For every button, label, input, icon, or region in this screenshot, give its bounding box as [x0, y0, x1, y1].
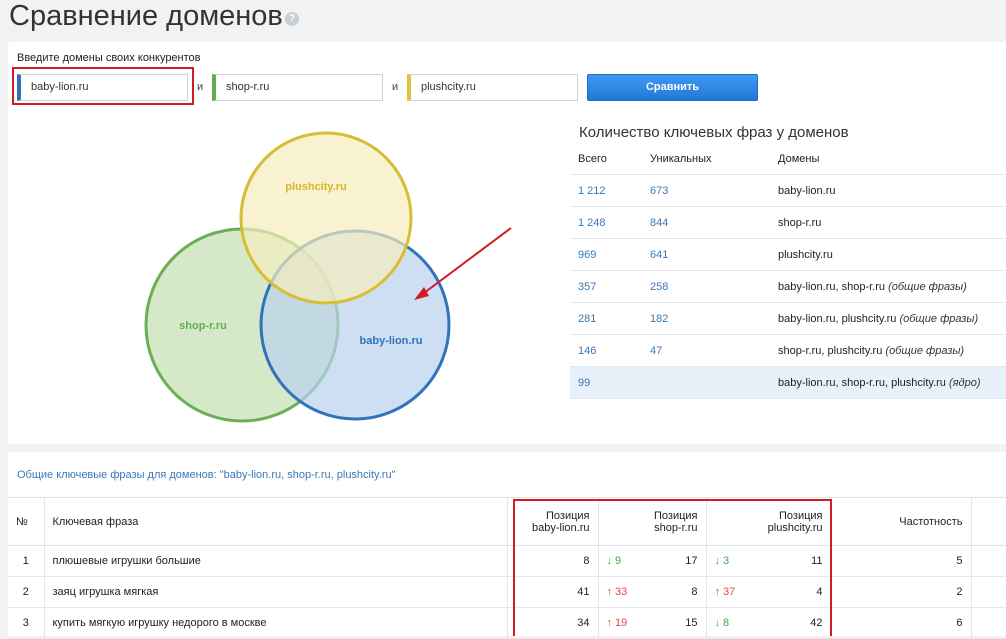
- stats-row: 281 182 baby-lion.ru, plushcity.ru (общи…: [570, 302, 1006, 335]
- venn-diagram: plushcity.ru shop-r.ru baby-lion.ru: [144, 131, 512, 423]
- stats-row: 1 212 673 baby-lion.ru: [570, 174, 1006, 207]
- stats-domains-text: shop-r.ru: [778, 216, 822, 229]
- row-frequency: 5: [831, 545, 972, 577]
- venn-label-shop-r: shop-r.ru: [179, 320, 227, 332]
- stats-domains: shop-r.ru, plushcity.ru (общие фразы): [770, 334, 1006, 367]
- stats-title: Количество ключевых фраз у доменов: [579, 124, 849, 141]
- col-frequency[interactable]: Частотность: [831, 497, 972, 546]
- venn-label-baby-lion: baby-lion.ru: [360, 335, 423, 347]
- table-row: 2 заяц игрушка мягкая 41 ↑ 33 8 ↑ 37 4 2: [8, 576, 1006, 608]
- stats-unique[interactable]: 641: [642, 238, 770, 271]
- stats-row: 969 641 plushcity.ru: [570, 238, 1006, 271]
- stats-note: (общие фразы): [899, 312, 979, 325]
- stats-domains-text: baby-lion.ru: [778, 184, 836, 197]
- stats-header-domains: Домены: [770, 144, 1006, 175]
- stats-domains-text: baby-lion.ru, shop-r.ru, plushcity.ru: [778, 376, 946, 389]
- col-phrase[interactable]: Ключевая фраза: [44, 497, 508, 546]
- stats-domains: shop-r.ru: [770, 206, 1006, 239]
- stats-domains: baby-lion.ru, plushcity.ru (общие фразы): [770, 302, 1006, 335]
- stats-header-row: Всего Уникальных Домены: [570, 144, 1006, 175]
- stats-row: 146 47 shop-r.ru, plushcity.ru (общие фр…: [570, 334, 1006, 367]
- table-row: 3 купить мягкую игрушку недорого в москв…: [8, 607, 1006, 639]
- stats-domains-text: shop-r.ru, plushcity.ru: [778, 344, 883, 357]
- stats-note: (общие фразы): [888, 280, 967, 293]
- table-row: 1 плюшевые игрушки большие 8 ↓ 9 17 ↓ 3 11…: [8, 545, 1006, 577]
- row-frequency: 2: [831, 576, 972, 608]
- stats-unique[interactable]: 47: [642, 334, 770, 367]
- stats-table: Всего Уникальных Домены 1 212 673 baby-l…: [570, 144, 1006, 399]
- stats-note: (ядро): [949, 376, 981, 389]
- stats-total[interactable]: 146: [570, 334, 642, 367]
- annotation-arrow: [419, 227, 512, 297]
- stats-row: 357 258 baby-lion.ru, shop-r.ru (общие ф…: [570, 270, 1006, 303]
- stats-total[interactable]: 1 212: [570, 174, 642, 207]
- stats-unique: [642, 366, 770, 399]
- stats-domains: baby-lion.ru, shop-r.ru, plushcity.ru (я…: [770, 366, 1006, 399]
- col-extra: [971, 497, 1006, 546]
- stats-unique[interactable]: 673: [642, 174, 770, 207]
- row-frequency: 6: [831, 607, 972, 639]
- row-number: 1: [8, 545, 45, 577]
- row-phrase: заяц игрушка мягкая: [44, 576, 508, 608]
- col-number: №: [8, 497, 45, 546]
- stats-unique[interactable]: 258: [642, 270, 770, 303]
- stats-total[interactable]: 357: [570, 270, 642, 303]
- stats-row-core: 99 baby-lion.ru, shop-r.ru, plushcity.ru…: [570, 366, 1006, 399]
- stats-total[interactable]: 1 248: [570, 206, 642, 239]
- venn-circle-plushcity: [239, 131, 413, 305]
- stats-domains: plushcity.ru: [770, 238, 1006, 271]
- row-number: 2: [8, 576, 45, 608]
- keywords-table: № Ключевая фраза Позиция baby-lion.ru Поз…: [8, 497, 1006, 639]
- venn-label-plushcity: plushcity.ru: [285, 181, 347, 193]
- keywords-header-row: № Ключевая фраза Позиция baby-lion.ru Поз…: [8, 497, 1006, 546]
- row-number: 3: [8, 607, 45, 639]
- row-extra: [971, 607, 1006, 639]
- stats-total[interactable]: 969: [570, 238, 642, 271]
- stats-domains-text: baby-lion.ru, plushcity.ru: [778, 312, 897, 325]
- stats-header-unique: Уникальных: [642, 144, 770, 175]
- stats-domains: baby-lion.ru: [770, 174, 1006, 207]
- stats-note: (общие фразы): [885, 344, 965, 357]
- stats-domains: baby-lion.ru, shop-r.ru (общие фразы): [770, 270, 1006, 303]
- positions-highlight: [513, 499, 832, 636]
- stats-header-total: Всего: [570, 144, 642, 175]
- stats-unique[interactable]: 844: [642, 206, 770, 239]
- row-phrase: купить мягкую игрушку недорого в москве: [44, 607, 508, 639]
- stats-domains-text: baby-lion.ru, shop-r.ru: [778, 280, 885, 293]
- stats-unique[interactable]: 182: [642, 302, 770, 335]
- compare-button[interactable]: Сравнить: [587, 74, 758, 101]
- row-extra: [971, 576, 1006, 608]
- row-extra: [971, 545, 1006, 577]
- common-phrases-caption: Общие ключевые фразы для доменов: "baby-…: [17, 469, 396, 481]
- stats-domains-text: plushcity.ru: [778, 248, 833, 261]
- stats-row: 1 248 844 shop-r.ru: [570, 206, 1006, 239]
- stats-total[interactable]: 281: [570, 302, 642, 335]
- stats-total[interactable]: 99: [570, 366, 642, 399]
- row-phrase: плюшевые игрушки большие: [44, 545, 508, 577]
